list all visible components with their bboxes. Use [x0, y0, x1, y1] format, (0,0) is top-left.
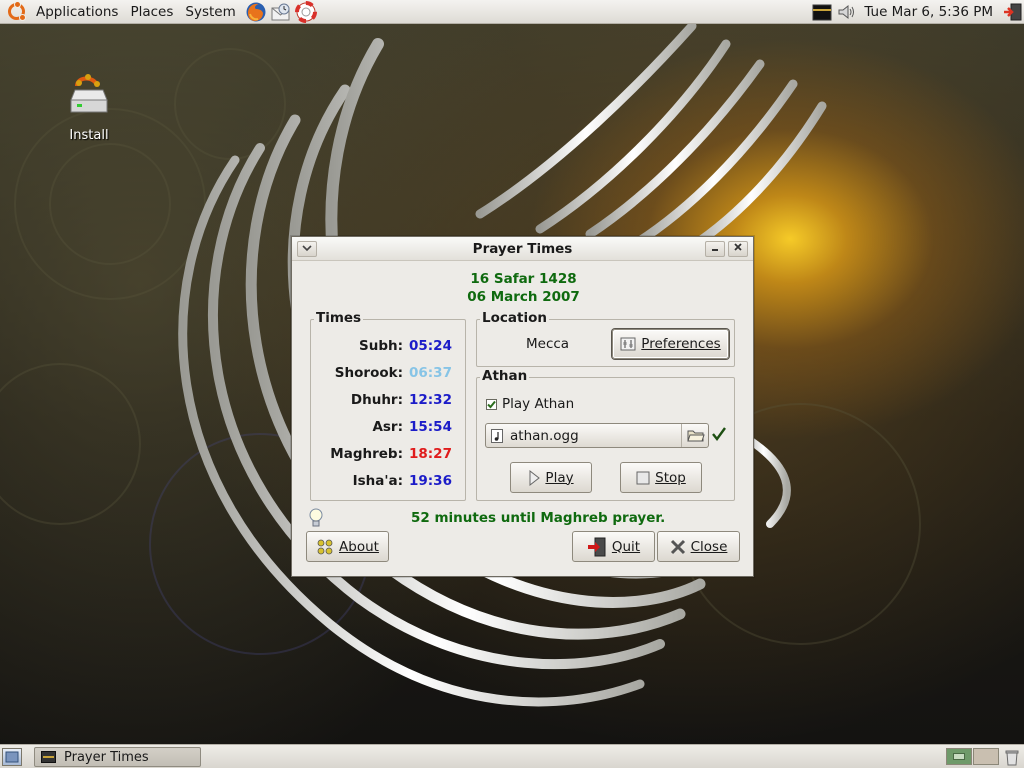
prayer-time-value: 19:36: [409, 473, 452, 489]
clock[interactable]: Tue Mar 6, 5:36 PM: [858, 4, 999, 20]
prayer-time-row: Asr: 15:54: [311, 419, 463, 437]
athan-file-name: athan.ogg: [510, 428, 579, 444]
file-valid-check-icon: [712, 427, 726, 445]
prayer-name: Shorook:: [334, 365, 403, 381]
prayer-time-value: 12:32: [409, 392, 452, 408]
mail-launcher-icon[interactable]: [270, 1, 292, 23]
show-desktop-icon: [5, 751, 19, 763]
show-desktop-button[interactable]: [2, 748, 22, 766]
prayer-time-row: Subh: 05:24: [311, 338, 463, 356]
close-window-button[interactable]: [728, 241, 748, 257]
prayer-time-row: Shorook: 06:37: [311, 365, 463, 383]
workspace-2[interactable]: [973, 748, 999, 765]
close-icon: [734, 243, 742, 251]
lightbulb-icon: [308, 507, 324, 533]
stop-button[interactable]: Stop: [620, 462, 702, 493]
top-panel: Applications Places System Tue Mar 6, 5:…: [0, 0, 1024, 24]
close-label: Close: [690, 538, 728, 555]
stop-label: Stop: [655, 469, 686, 486]
audio-file-icon: [491, 429, 503, 447]
play-label: Play: [545, 469, 574, 486]
times-frame: Times Subh: 05:24 Shorook: 06:37 Dhuhr: 12:32…: [310, 310, 466, 501]
play-button[interactable]: Play: [510, 462, 592, 493]
trash-icon[interactable]: [1002, 748, 1022, 766]
status-message: 52 minutes until Maghreb prayer.: [411, 510, 666, 526]
play-icon: [528, 469, 541, 486]
minimize-button[interactable]: [705, 241, 725, 257]
kaaba-icon: [41, 751, 56, 763]
system-menu[interactable]: System: [179, 0, 241, 24]
taskbar-item-prayer-times[interactable]: Prayer Times: [34, 747, 201, 767]
location-value: Mecca: [526, 336, 570, 352]
install-drive-icon: [70, 74, 108, 113]
desktop-icon-install[interactable]: Install: [58, 74, 120, 143]
ubuntu-logo-icon[interactable]: [8, 1, 26, 21]
close-button[interactable]: Close: [657, 531, 740, 562]
location-frame: Location Mecca Preferences: [476, 310, 735, 367]
prayer-time-row: Dhuhr: 12:32: [311, 392, 463, 410]
prayer-time-row: Isha'a: 19:36: [311, 473, 463, 491]
prayer-time-row: Maghreb: 18:27: [311, 446, 463, 464]
prayer-name: Maghreb:: [330, 446, 403, 462]
location-frame-label: Location: [480, 310, 549, 326]
checkbox-icon: [486, 398, 497, 410]
gregorian-date: 06 March 2007: [467, 289, 580, 305]
prayer-name: Isha'a:: [352, 473, 403, 489]
stop-icon: [636, 471, 650, 485]
minimize-icon: [712, 249, 718, 251]
dialog-title: Prayer Times: [472, 241, 573, 257]
times-frame-label: Times: [314, 310, 364, 326]
dialog-titlebar[interactable]: Prayer Times: [292, 237, 753, 261]
athan-frame-label: Athan: [480, 368, 530, 384]
quit-icon: [587, 537, 607, 557]
prayer-times-dialog: Prayer Times 16 Safar 1428 06 March 2007…: [291, 236, 754, 577]
prayer-time-value: 18:27: [409, 446, 452, 462]
hijri-date: 16 Safar 1428: [470, 271, 577, 287]
desktop-icon-label: Install: [69, 128, 109, 143]
prayer-time-value: 06:37: [409, 365, 452, 381]
about-icon: [316, 539, 334, 555]
bottom-panel: Prayer Times: [0, 744, 1024, 768]
close-x-icon: [670, 539, 686, 555]
quit-button[interactable]: Quit: [572, 531, 655, 562]
prayer-time-value: 05:24: [409, 338, 452, 354]
kaaba-tray-icon[interactable]: [811, 1, 833, 23]
quit-label: Quit: [611, 538, 641, 555]
prayer-name: Subh:: [358, 338, 403, 354]
taskbar-item-label: Prayer Times: [64, 749, 149, 765]
play-athan-label: Play Athan: [502, 396, 575, 412]
logout-icon[interactable]: [1002, 1, 1024, 23]
volume-icon[interactable]: [836, 1, 858, 23]
help-launcher-icon[interactable]: [294, 0, 317, 23]
prayer-time-value: 15:54: [409, 419, 452, 435]
preferences-icon: [620, 336, 636, 352]
workspace-1[interactable]: [946, 748, 972, 765]
about-button[interactable]: About: [306, 531, 389, 562]
firefox-launcher-icon[interactable]: [245, 1, 267, 23]
preferences-label: Preferences: [641, 336, 721, 352]
folder-icon[interactable]: [687, 428, 705, 447]
applications-menu[interactable]: Applications: [30, 0, 124, 24]
about-label: About: [339, 538, 379, 555]
places-menu[interactable]: Places: [124, 0, 179, 24]
athan-file-chooser[interactable]: athan.ogg: [485, 423, 709, 448]
play-athan-checkbox[interactable]: Play Athan: [486, 396, 574, 412]
prayer-name: Asr:: [372, 419, 403, 435]
preferences-button[interactable]: Preferences: [612, 329, 729, 359]
system-tray: Tue Mar 6, 5:36 PM: [808, 0, 1024, 24]
prayer-name: Dhuhr:: [350, 392, 403, 408]
